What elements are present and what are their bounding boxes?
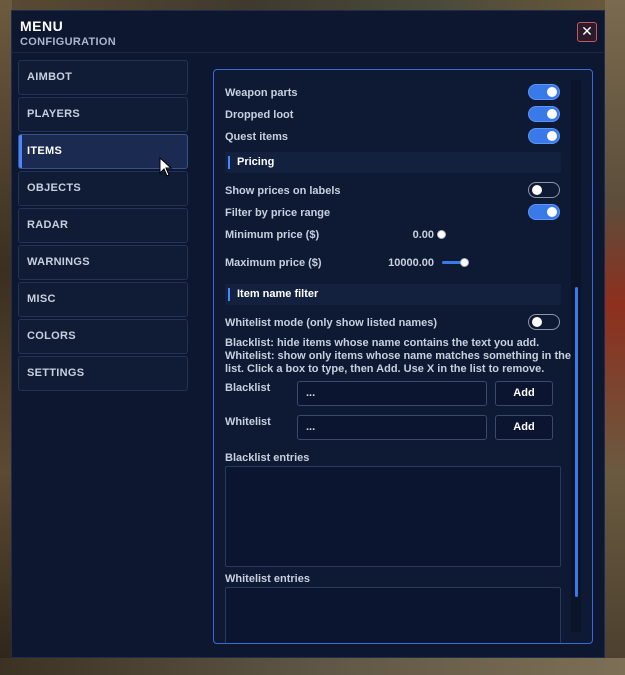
- section-pricing: Pricing: [225, 152, 561, 173]
- background-bottom: [0, 658, 625, 675]
- max-price-slider-thumb[interactable]: [460, 258, 469, 267]
- background-right: [605, 0, 625, 675]
- close-button[interactable]: ✕: [577, 22, 597, 42]
- toggle-knob: [532, 185, 542, 195]
- sidebar: AIMBOT PLAYERS ITEMS OBJECTS RADAR WARNI…: [18, 60, 188, 393]
- toggle-knob: [532, 317, 542, 327]
- blacklist-entries-heading: Blacklist entries: [225, 452, 310, 464]
- close-icon: ✕: [581, 23, 593, 39]
- sidebar-item-settings[interactable]: SETTINGS: [18, 356, 188, 391]
- section-item-name-filter: Item name filter: [225, 284, 561, 305]
- toggle-label: Show prices on labels: [225, 185, 341, 197]
- show-prices-toggle[interactable]: [528, 182, 560, 198]
- toggle-knob: [547, 87, 557, 97]
- whitelist-mode-toggle[interactable]: [528, 314, 560, 330]
- whitelist-add-button[interactable]: Add: [495, 415, 553, 440]
- filter-help-text: Blacklist: hide items whose name contain…: [225, 337, 571, 375]
- blacklist-entries-list[interactable]: [225, 466, 561, 567]
- max-price-value: 10000.00: [388, 257, 434, 269]
- toggle-row-show-prices: Show prices on labels: [225, 182, 561, 200]
- window-title: MENU: [20, 18, 64, 34]
- toggle-label: Filter by price range: [225, 207, 331, 219]
- sidebar-item-radar[interactable]: RADAR: [18, 208, 188, 243]
- toggle-knob: [547, 131, 557, 141]
- toggle-row-dropped-loot: Dropped loot: [225, 106, 561, 124]
- mouse-cursor-icon: [159, 157, 173, 177]
- filter-range-toggle[interactable]: [528, 204, 560, 220]
- max-price-label: Maximum price ($): [225, 257, 322, 269]
- toggle-label: Weapon parts: [225, 87, 298, 99]
- sidebar-item-colors[interactable]: COLORS: [18, 319, 188, 354]
- weapon-parts-toggle[interactable]: [528, 84, 560, 100]
- toggle-knob: [547, 109, 557, 119]
- min-price-value: 0.00: [412, 229, 434, 241]
- dropped-loot-toggle[interactable]: [528, 106, 560, 122]
- header-divider: [12, 52, 604, 53]
- title-bar: MENU CONFIGURATION ✕: [12, 11, 604, 53]
- blacklist-input[interactable]: ...: [297, 381, 487, 406]
- window-subtitle: CONFIGURATION: [20, 36, 116, 48]
- toggle-label: Dropped loot: [225, 109, 294, 121]
- sidebar-item-misc[interactable]: MISC: [18, 282, 188, 317]
- toggle-knob: [547, 207, 557, 217]
- sidebar-item-warnings[interactable]: WARNINGS: [18, 245, 188, 280]
- whitelist-input[interactable]: ...: [297, 415, 487, 440]
- toggle-label: Whitelist mode (only show listed names): [225, 317, 438, 329]
- min-price-slider-thumb[interactable]: [437, 230, 446, 239]
- toggle-row-filter-range: Filter by price range: [225, 204, 561, 222]
- max-price-slider-track[interactable]: [442, 261, 462, 264]
- min-price-label: Minimum price ($): [225, 229, 320, 241]
- toggle-row-quest-items: Quest items: [225, 128, 561, 146]
- quest-items-toggle[interactable]: [528, 128, 560, 144]
- items-panel: Weapon parts Dropped loot Quest items Pr…: [213, 69, 593, 644]
- toggle-row-weapon-parts: Weapon parts: [225, 84, 561, 102]
- blacklist-label: Blacklist: [225, 382, 271, 394]
- sidebar-item-aimbot[interactable]: AIMBOT: [18, 60, 188, 95]
- whitelist-entries-heading: Whitelist entries: [225, 573, 310, 585]
- toggle-row-whitelist-mode: Whitelist mode (only show listed names): [225, 314, 561, 332]
- whitelist-label: Whitelist: [225, 416, 271, 428]
- toggle-label: Quest items: [225, 131, 288, 143]
- scrollbar-thumb[interactable]: [575, 287, 578, 597]
- whitelist-entries-list[interactable]: [225, 587, 561, 643]
- blacklist-add-button[interactable]: Add: [495, 381, 553, 406]
- menu-window: MENU CONFIGURATION ✕ AIMBOT PLAYERS ITEM…: [11, 10, 605, 658]
- sidebar-item-players[interactable]: PLAYERS: [18, 97, 188, 132]
